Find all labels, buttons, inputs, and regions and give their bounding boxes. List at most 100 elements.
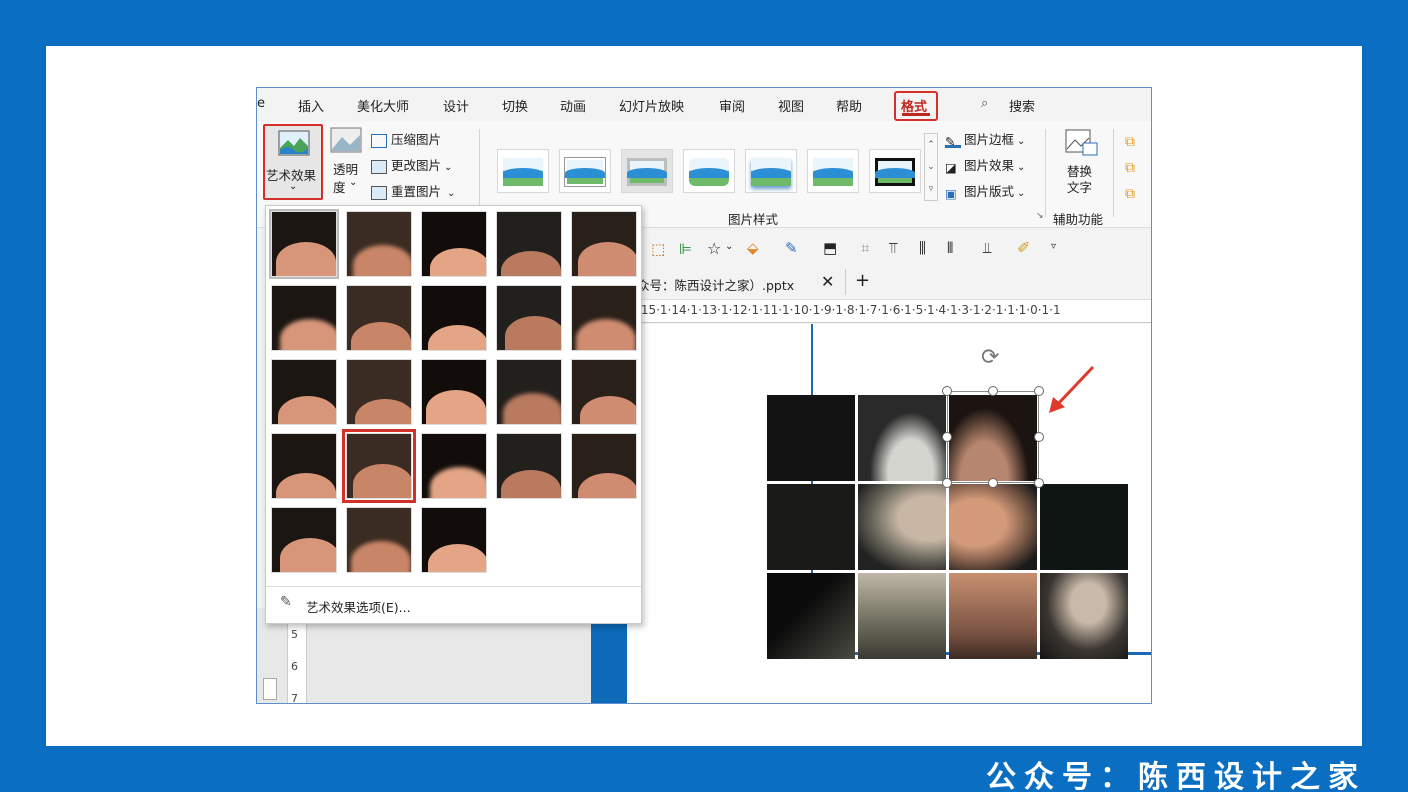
transparency-label-2: 度 (333, 180, 346, 195)
menu-view[interactable]: 视图 (778, 96, 804, 115)
picture-style[interactable] (807, 149, 859, 193)
art-effect-thumbnail[interactable] (271, 359, 337, 425)
resize-handle[interactable] (988, 386, 998, 396)
tab-format[interactable]: 格式 (894, 91, 938, 121)
resize-handle[interactable] (1034, 386, 1044, 396)
resize-handle[interactable] (942, 432, 952, 442)
document-tab-title[interactable]: 众号：陈西设计之家）.pptx (637, 275, 794, 294)
art-effect-thumbnail[interactable] (421, 211, 487, 277)
picture-layout-label: 图片版式 (964, 184, 1015, 199)
menu-animations[interactable]: 动画 (560, 96, 586, 115)
menu-transitions[interactable]: 切换 (502, 96, 528, 115)
align-icon[interactable]: ⊫ (679, 240, 692, 258)
resize-handle[interactable] (1034, 432, 1044, 442)
art-effect-thumbnail[interactable] (269, 209, 339, 279)
picture-style[interactable] (683, 149, 735, 193)
add-tab-icon[interactable]: + (855, 270, 870, 291)
line-color-icon[interactable]: ✎ (785, 239, 798, 257)
art-effect-thumbnail[interactable] (496, 211, 562, 277)
art-effect-thumbnail[interactable] (571, 433, 637, 499)
align-top-icon[interactable]: ⫪ (889, 239, 897, 257)
art-effect-thumbnail[interactable] (346, 359, 412, 425)
art-effect-thumbnail[interactable] (496, 285, 562, 351)
select-icon[interactable]: ⬚ (651, 240, 665, 258)
art-effect-thumbnail[interactable] (496, 433, 562, 499)
menu-help[interactable]: 帮助 (836, 96, 862, 115)
picture-tile[interactable] (858, 573, 946, 659)
picture-tile[interactable] (767, 484, 855, 570)
art-effect-thumbnail[interactable] (421, 359, 487, 425)
menu-beautify[interactable]: 美化大师 (357, 96, 409, 115)
picture-style[interactable] (745, 149, 797, 193)
format-painter-icon[interactable]: ✐ (1017, 238, 1030, 257)
compress-button[interactable]: 压缩图片 (371, 129, 441, 148)
art-effect-thumbnail[interactable] (571, 359, 637, 425)
picture-style[interactable] (869, 149, 921, 193)
art-effect-thumbnail[interactable] (271, 507, 337, 573)
picture-border-button[interactable]: ✎ 图片边框 ⌄ (945, 129, 1025, 149)
fill-color-icon[interactable]: ⬙ (747, 239, 759, 257)
menu-item[interactable]: e (257, 96, 265, 111)
picture-tile[interactable] (1040, 484, 1128, 570)
distribute-icon[interactable]: ⫼ (919, 239, 926, 257)
chevron-down-icon: ⌄ (447, 188, 456, 199)
picture-tile[interactable] (858, 395, 946, 481)
customize-icon[interactable]: ▿ (1051, 241, 1056, 252)
art-effect-thumbnail[interactable] (571, 285, 637, 351)
picture-layout-button[interactable]: ▣ 图片版式 ⌄ (945, 181, 1026, 201)
vruler-label: 7 (291, 692, 298, 704)
picture-effects-label: 图片效果 (964, 158, 1015, 173)
art-effect-thumbnail[interactable] (346, 211, 412, 277)
change-picture-button[interactable]: 更改图片 ⌄ (371, 155, 452, 174)
picture-tile[interactable] (767, 395, 855, 481)
art-effect-thumbnail[interactable] (271, 433, 337, 499)
art-effect-thumbnail[interactable] (271, 285, 337, 351)
picture-tile[interactable] (949, 484, 1037, 570)
menu-slideshow[interactable]: 幻灯片放映 (619, 96, 684, 115)
picture-style[interactable] (621, 149, 673, 193)
art-effect-thumbnail[interactable] (421, 285, 487, 351)
resize-handle[interactable] (1034, 478, 1044, 488)
picture-tile[interactable] (767, 573, 855, 659)
picture-tile[interactable] (1040, 573, 1128, 659)
art-effect-thumbnail[interactable] (346, 285, 412, 351)
rotate-handle-icon[interactable]: ⟳ (981, 345, 999, 370)
align-middle-icon[interactable]: ⫫ (983, 239, 991, 257)
art-effect-thumbnail[interactable] (571, 211, 637, 277)
menu-insert[interactable]: 插入 (298, 96, 324, 115)
arrange-icons[interactable]: ⧉ ⧉ ⧉ (1125, 129, 1145, 205)
art-effects-options[interactable]: 艺术效果选项(E)... (306, 597, 411, 616)
art-effect-thumbnail[interactable] (342, 429, 416, 503)
close-icon[interactable]: ✕ (821, 272, 834, 291)
art-effect-thumbnail[interactable] (346, 507, 412, 573)
picture-styles-gallery: ⌃ ⌄ ▿ (491, 129, 938, 209)
gallery-scroll[interactable]: ⌃ ⌄ ▿ (924, 133, 938, 201)
chevron-down-icon: ⌄ (1017, 188, 1026, 199)
menu-design[interactable]: 设计 (443, 96, 469, 115)
crop-icon[interactable]: ⌗ (861, 239, 869, 257)
art-effect-thumbnail[interactable] (496, 359, 562, 425)
transparency-button[interactable]: 透明 度 ⌄ (329, 127, 365, 199)
shape-edit-icon[interactable]: ⬒ (823, 239, 837, 257)
art-effect-thumbnail[interactable] (421, 507, 487, 573)
picture-style[interactable] (497, 149, 549, 193)
menu-review[interactable]: 审阅 (719, 96, 745, 115)
picture-style[interactable] (559, 149, 611, 193)
picture-tile[interactable] (949, 573, 1037, 659)
alt-text-button[interactable]: 替换 文字 (1061, 129, 1103, 199)
star-icon[interactable]: ☆ (707, 239, 721, 258)
art-effect-thumbnail[interactable] (421, 433, 487, 499)
selection-frame (947, 391, 1039, 483)
dialog-launcher-icon[interactable]: ↘ (1036, 211, 1044, 221)
search-label[interactable]: 搜索 (1009, 96, 1035, 115)
picture-tile[interactable] (858, 484, 946, 570)
resize-handle[interactable] (988, 478, 998, 488)
resize-handle[interactable] (942, 478, 952, 488)
reset-picture-button[interactable]: 重置图片 ⌄ (371, 181, 455, 200)
quick-access-toolbar: ⬚ ⊫ ☆ ⌄ ⬙ ✎ ⬒ ⌗ ⫪ ⫼ ⫴ ⫫ ✐ ▿ (637, 235, 1151, 265)
resize-handle[interactable] (942, 386, 952, 396)
art-effects-button[interactable]: 艺术效果 ⌄ (263, 124, 323, 200)
search-icon[interactable]: ⌕ (981, 96, 988, 111)
distribute-h-icon[interactable]: ⫴ (947, 239, 953, 257)
picture-effects-button[interactable]: ◪ 图片效果 ⌄ (945, 155, 1025, 175)
